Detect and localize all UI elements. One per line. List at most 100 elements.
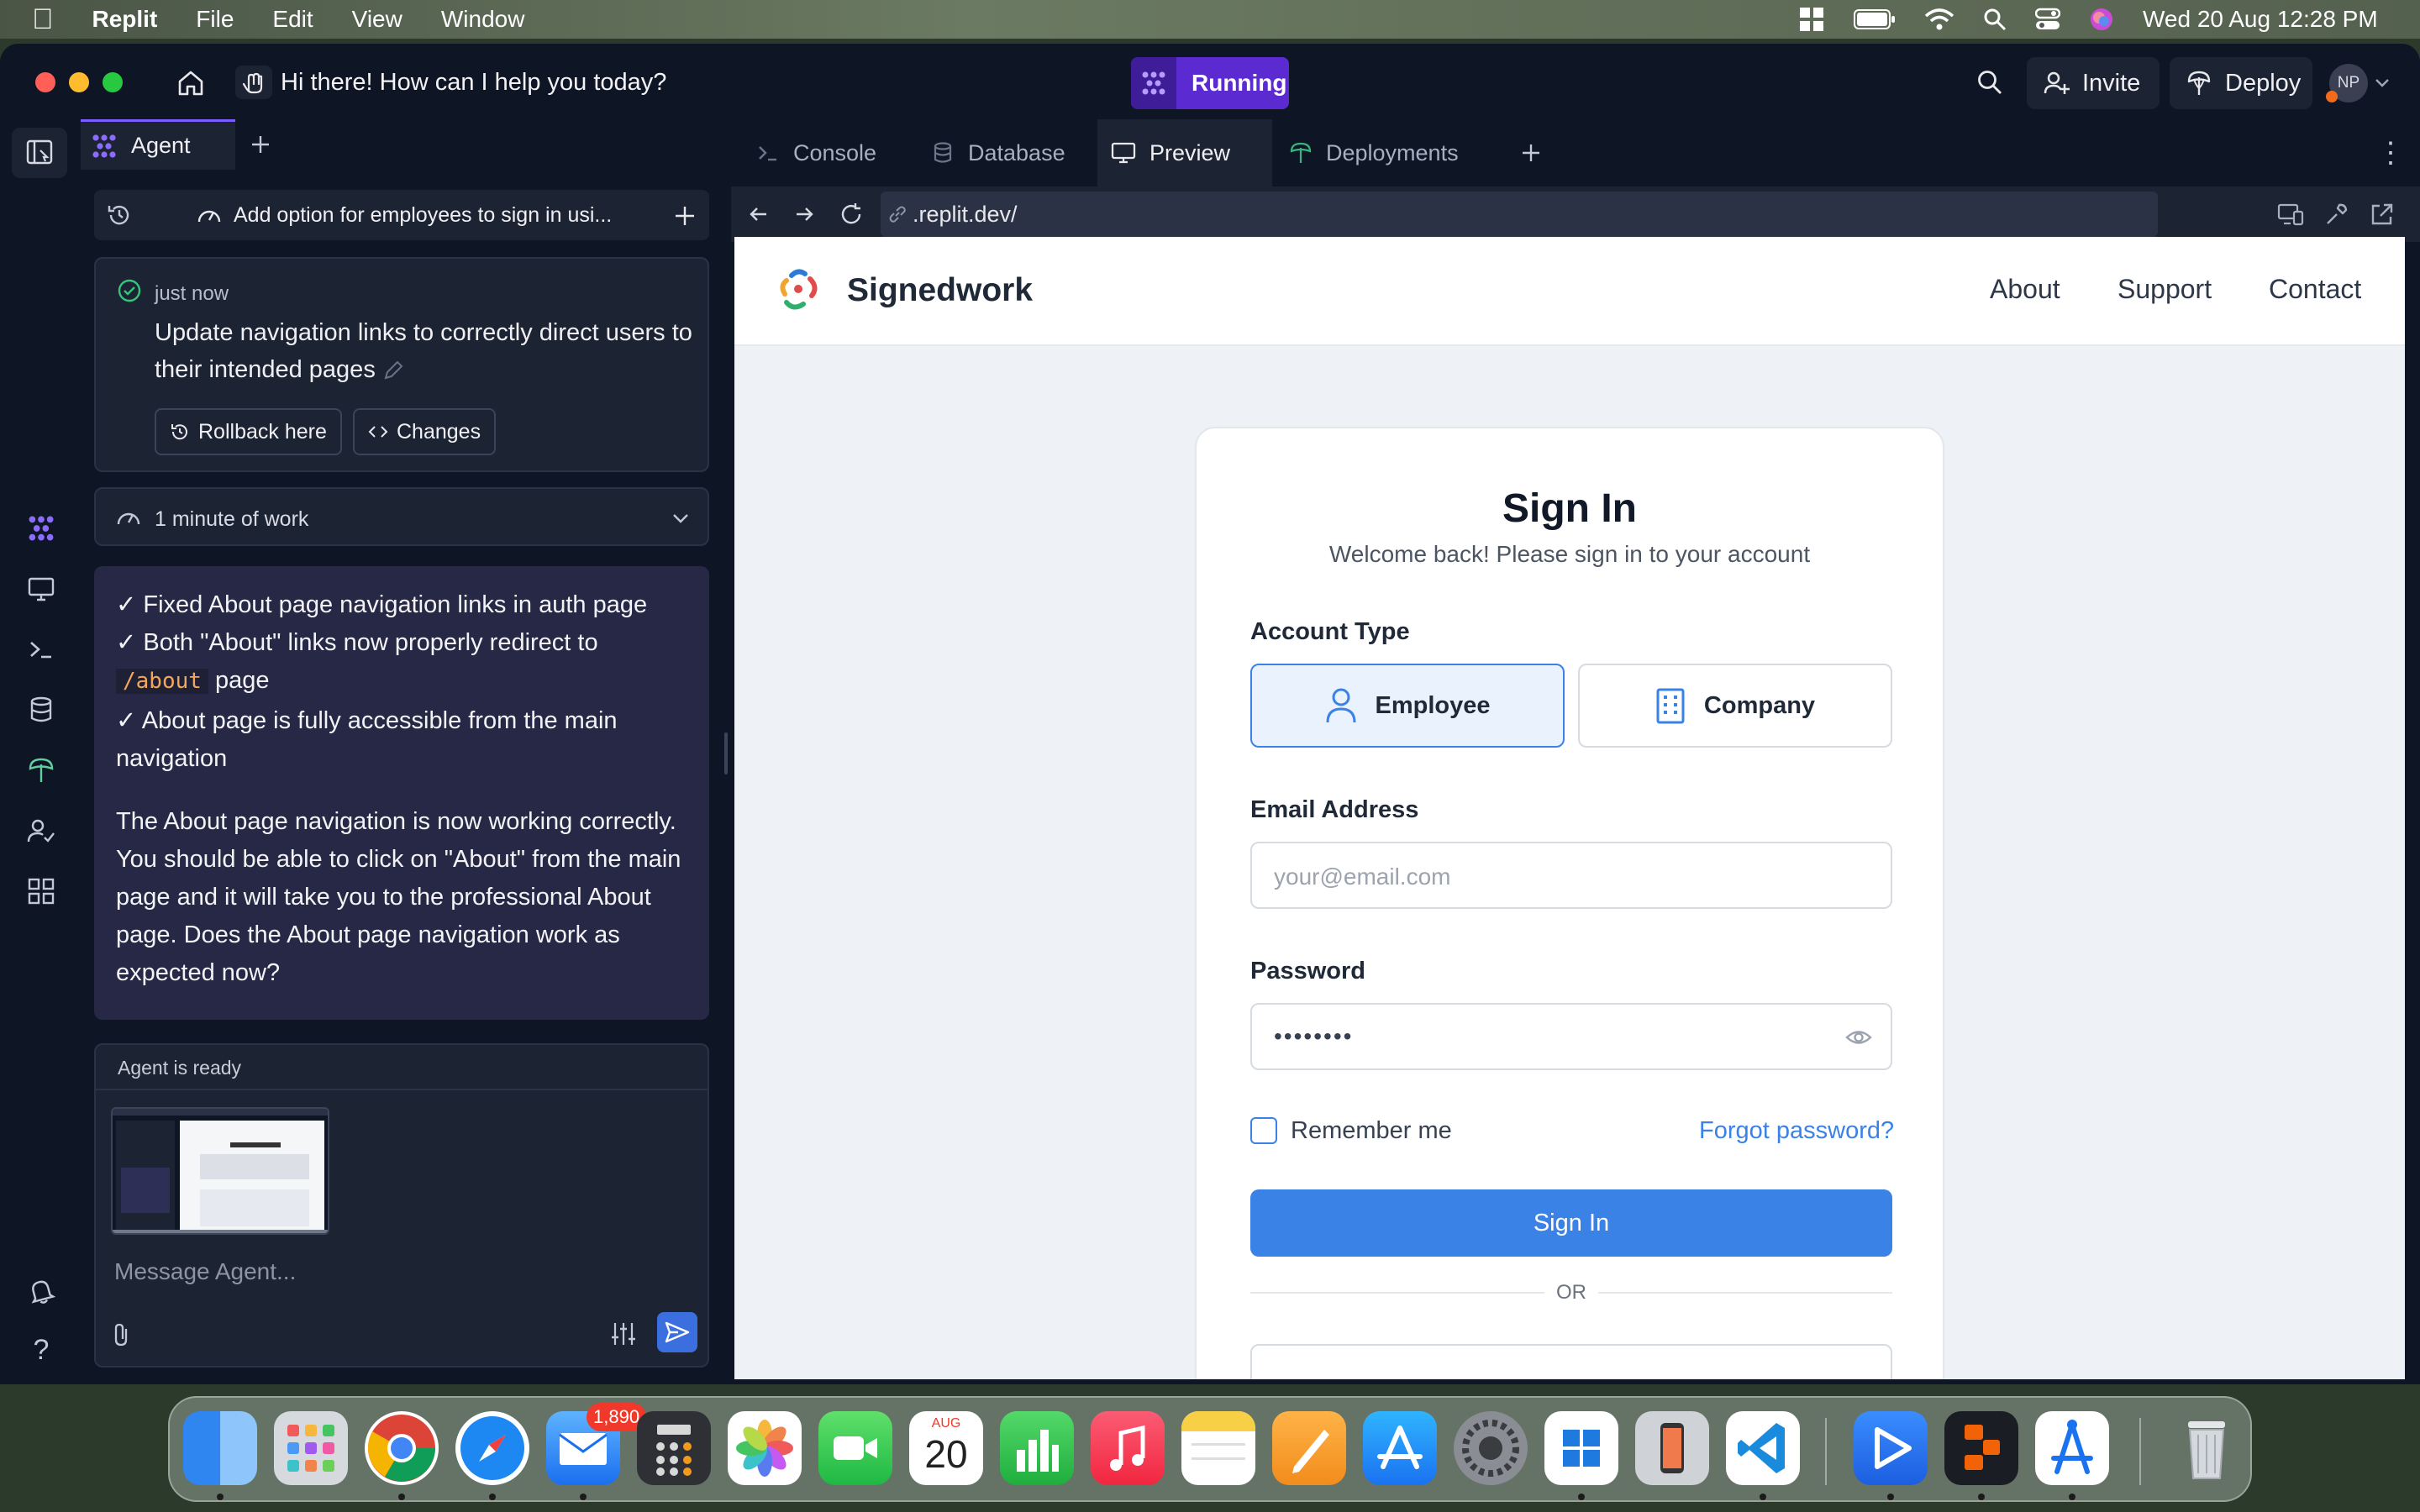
calendar-icon[interactable]: AUG 20 xyxy=(909,1411,983,1485)
account-type-employee[interactable]: Employee xyxy=(1250,664,1565,748)
deploy-label: Deploy xyxy=(2225,69,2302,97)
back-arrow-icon[interactable] xyxy=(748,203,770,225)
vscode-icon[interactable] xyxy=(1726,1411,1800,1485)
add-tab-icon[interactable] xyxy=(1521,143,1541,163)
thread-title[interactable]: Add option for employees to sign in usi.… xyxy=(234,203,612,228)
work-summary-toggle[interactable]: 1 minute of work xyxy=(94,487,709,546)
forward-arrow-icon[interactable] xyxy=(793,203,815,225)
menu-edit[interactable]: Edit xyxy=(272,6,313,33)
wifi-icon[interactable] xyxy=(1924,8,1954,31)
tab-deployments-label: Deployments xyxy=(1326,139,1459,165)
user-check-rail-icon[interactable] xyxy=(27,816,55,845)
signedwork-logo-icon[interactable] xyxy=(776,267,825,314)
finder-icon[interactable] xyxy=(183,1411,257,1485)
close-window-button[interactable] xyxy=(35,72,55,92)
photos-icon[interactable] xyxy=(728,1411,802,1485)
replit-app-icon[interactable] xyxy=(1944,1411,2018,1485)
alternate-sign-in-button[interactable] xyxy=(1250,1344,1892,1379)
apple-icon[interactable]:  xyxy=(32,3,54,36)
more-options-icon[interactable]: ⋮ xyxy=(2376,136,2405,170)
menu-window[interactable]: Window xyxy=(441,6,525,33)
reload-icon[interactable] xyxy=(839,202,864,227)
nav-about[interactable]: About xyxy=(1990,274,2060,305)
agent-prompt-icon[interactable] xyxy=(235,66,272,99)
running-status-button[interactable]: Running xyxy=(1131,57,1289,109)
settings-sliders-icon[interactable] xyxy=(610,1320,637,1347)
apps-grid-rail-icon[interactable] xyxy=(27,877,55,906)
menu-view[interactable]: View xyxy=(352,6,402,33)
tab-preview[interactable]: Preview xyxy=(1097,119,1272,186)
agent-rail-icon[interactable] xyxy=(27,514,55,543)
control-center-icon[interactable] xyxy=(2035,8,2060,31)
maximize-window-button[interactable] xyxy=(103,72,123,92)
chevron-down-icon[interactable] xyxy=(2375,77,2390,89)
app-store-icon[interactable] xyxy=(1363,1411,1437,1485)
notifications-icon[interactable] xyxy=(27,1277,55,1305)
nav-support[interactable]: Support xyxy=(2118,274,2212,305)
spotlight-search-icon[interactable] xyxy=(1983,8,2007,31)
menu-app-name[interactable]: Replit xyxy=(92,6,158,33)
show-password-eye-icon[interactable] xyxy=(1845,1026,1872,1048)
titlebar-prompt[interactable]: Hi there! How can I help you today? xyxy=(281,69,666,97)
nav-contact[interactable]: Contact xyxy=(2269,274,2361,305)
preview-rail-icon[interactable] xyxy=(27,575,55,603)
minimize-window-button[interactable] xyxy=(69,72,89,92)
tab-console[interactable]: Console xyxy=(743,119,908,186)
edit-pencil-icon[interactable] xyxy=(382,360,404,381)
chrome-icon[interactable] xyxy=(365,1411,439,1485)
forgot-password-link[interactable]: Forgot password? xyxy=(1699,1117,1894,1145)
changes-button[interactable]: Changes xyxy=(353,408,497,455)
devices-icon[interactable] xyxy=(2277,202,2304,227)
add-tab-icon[interactable] xyxy=(250,134,271,155)
calculator-icon[interactable] xyxy=(637,1411,711,1485)
launchpad-icon[interactable] xyxy=(274,1411,348,1485)
message-input[interactable]: Message Agent... xyxy=(114,1258,296,1285)
tab-database[interactable]: Database xyxy=(918,119,1094,186)
password-field[interactable]: •••••••• xyxy=(1250,1003,1892,1070)
address-field[interactable]: .replit.dev/ xyxy=(881,192,2158,237)
windows-app-icon[interactable] xyxy=(1544,1411,1618,1485)
menu-file[interactable]: File xyxy=(196,6,234,33)
remember-me-checkbox[interactable] xyxy=(1250,1117,1277,1144)
pages-icon[interactable] xyxy=(1272,1411,1346,1485)
account-type-company[interactable]: Company xyxy=(1578,664,1892,748)
toggle-sidebar-button[interactable] xyxy=(12,128,67,178)
window-tiling-icon[interactable] xyxy=(1798,6,1825,33)
new-thread-icon[interactable] xyxy=(674,205,696,227)
console-rail-icon[interactable] xyxy=(27,635,55,664)
menu-clock[interactable]: Wed 20 Aug 12:28 PM xyxy=(2143,6,2378,33)
attach-paperclip-icon[interactable] xyxy=(111,1322,133,1347)
devtools-wrench-icon[interactable] xyxy=(2324,202,2349,227)
trash-icon[interactable] xyxy=(2170,1411,2244,1485)
tab-agent[interactable]: Agent xyxy=(81,119,235,170)
system-settings-icon[interactable] xyxy=(1454,1411,1528,1485)
battery-icon[interactable] xyxy=(1854,8,1896,30)
email-field[interactable]: your@email.com xyxy=(1250,842,1892,909)
music-icon[interactable] xyxy=(1091,1411,1165,1485)
history-icon[interactable] xyxy=(106,202,133,228)
database-rail-icon[interactable] xyxy=(27,696,55,724)
tab-deployments[interactable]: Deployments xyxy=(1276,119,1492,186)
numbers-icon[interactable] xyxy=(1000,1411,1074,1485)
rollback-button[interactable]: Rollback here xyxy=(155,408,342,455)
invite-button[interactable]: Invite xyxy=(2027,57,2160,109)
facetime-icon[interactable] xyxy=(818,1411,892,1485)
sign-in-button[interactable]: Sign In xyxy=(1250,1189,1892,1257)
help-icon[interactable]: ? xyxy=(27,1334,55,1366)
safari-icon[interactable] xyxy=(455,1411,529,1485)
deployments-rail-icon[interactable] xyxy=(27,756,55,785)
open-external-icon[interactable] xyxy=(2370,202,2395,227)
send-button[interactable] xyxy=(657,1312,697,1352)
site-brand[interactable]: Signedwork xyxy=(847,272,1033,309)
search-icon[interactable] xyxy=(1976,69,2003,96)
home-icon[interactable] xyxy=(176,69,205,97)
notes-icon[interactable] xyxy=(1181,1411,1255,1485)
screen-recorder-icon[interactable] xyxy=(1854,1411,1928,1485)
instruments-icon[interactable] xyxy=(2035,1411,2109,1485)
deploy-button[interactable]: Deploy xyxy=(2170,57,2312,109)
preview-monitor-icon xyxy=(1111,142,1136,164)
iphone-mirroring-icon[interactable] xyxy=(1635,1411,1709,1485)
siri-icon[interactable] xyxy=(2089,7,2114,32)
attached-screenshot-thumbnail[interactable] xyxy=(111,1107,329,1235)
panel-resize-handle[interactable] xyxy=(724,732,728,774)
